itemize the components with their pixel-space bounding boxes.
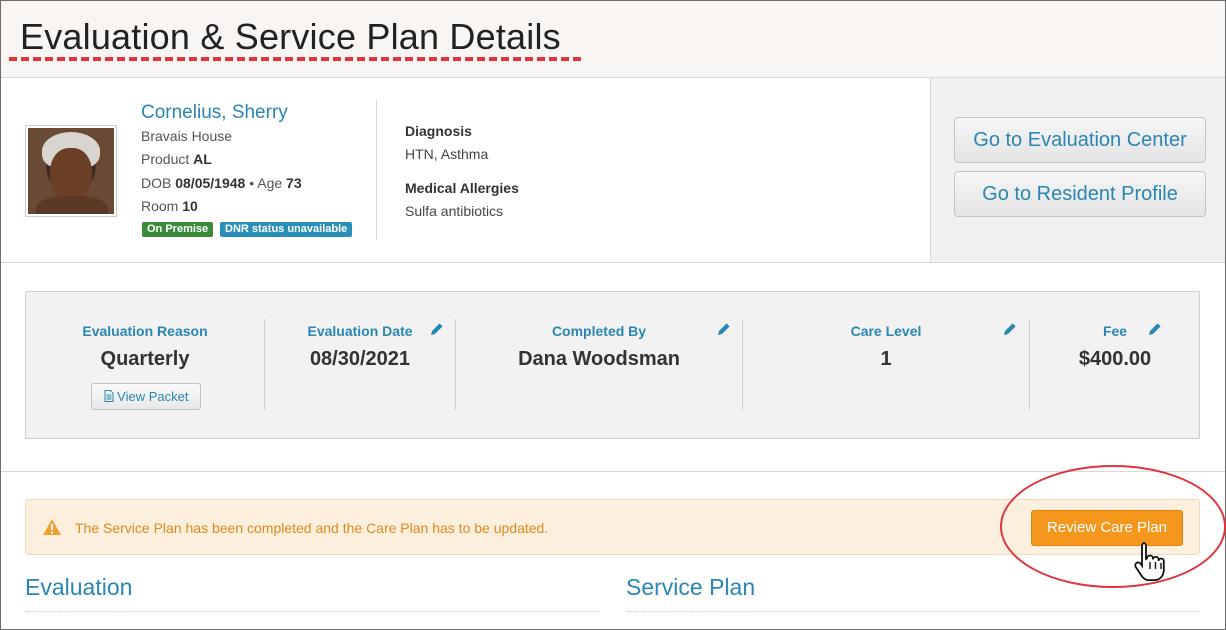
service-plan-section-heading: Service Plan [626,574,756,600]
page-title: Evaluation & Service Plan Details [20,16,561,57]
avatar-photo [28,128,114,214]
alert-message: The Service Plan has been completed and … [75,520,549,536]
resident-dob-age: DOB 08/05/1948 • Age 73 [141,175,302,191]
dob-value: 08/05/1948 [175,175,246,191]
document-icon [104,390,114,402]
resident-product: Product AL [141,151,212,167]
care-level-label: Care Level [850,323,922,339]
diagnosis-value: HTN, Asthma [405,146,489,162]
room-value: 10 [182,198,198,214]
product-label: Product [141,151,190,167]
allergies-label: Medical Allergies [405,180,519,196]
title-underline-annotation [9,57,581,61]
warning-icon [43,519,61,535]
evaluation-reason-cell: Evaluation Reason Quarterly View Packet [26,292,264,440]
actions-panel: Go to Evaluation Center Go to Resident P… [930,78,1225,262]
fee-label: Fee [1102,323,1128,339]
evaluation-section-heading: Evaluation [25,574,133,600]
resident-name-link[interactable]: Cornelius, Sherry [141,102,288,124]
evaluation-date-label: Evaluation Date [307,323,413,339]
completed-by-value: Dana Woodsman [518,348,680,370]
evaluation-summary: Evaluation Reason Quarterly View Packet … [25,291,1200,439]
care-plan-alert: The Service Plan has been completed and … [25,499,1200,555]
edit-completed-by-pencil-icon[interactable] [716,321,732,337]
fee-cell: Fee $400.00 [1030,292,1200,440]
completed-by-label: Completed By [551,323,647,339]
evaluation-reason-label: Evaluation Reason [82,323,208,339]
view-packet-label: View Packet [117,389,189,404]
edit-fee-pencil-icon[interactable] [1147,321,1163,337]
resident-room: Room 10 [141,198,198,214]
evaluation-date-cell: Evaluation Date 08/30/2021 [265,292,455,440]
age-label: Age [257,175,283,191]
dob-label: DOB [141,175,172,191]
avatar [25,125,117,217]
divider [25,611,599,612]
divider [1,471,1225,472]
evaluation-date-value: 08/30/2021 [309,348,411,370]
on-premise-badge: On Premise [142,222,214,237]
diagnosis-label: Diagnosis [405,123,472,139]
divider [376,100,377,240]
product-value: AL [193,151,212,167]
completed-by-cell: Completed By Dana Woodsman [456,292,742,440]
go-to-evaluation-center-button[interactable]: Go to Evaluation Center [954,117,1206,163]
hand-cursor-icon [1134,542,1165,581]
resident-facility: Bravais House [141,128,233,144]
page-header: Evaluation & Service Plan Details [1,1,1225,78]
care-level-cell: Care Level 1 [743,292,1029,440]
evaluation-reason-value: Quarterly [100,348,190,370]
room-label: Room [141,198,179,214]
divider [626,611,1200,612]
resident-summary: Cornelius, Sherry Bravais House Product … [1,78,1225,263]
edit-date-pencil-icon[interactable] [429,321,445,337]
fee-value: $400.00 [1078,348,1152,370]
edit-care-level-pencil-icon[interactable] [1002,321,1018,337]
dnr-status-badge: DNR status unavailable [220,222,353,237]
care-level-value: 1 [880,348,892,370]
go-to-resident-profile-button[interactable]: Go to Resident Profile [954,171,1206,217]
allergies-value: Sulfa antibiotics [405,203,504,219]
view-packet-button[interactable]: View Packet [91,383,201,410]
age-value: 73 [286,175,302,191]
